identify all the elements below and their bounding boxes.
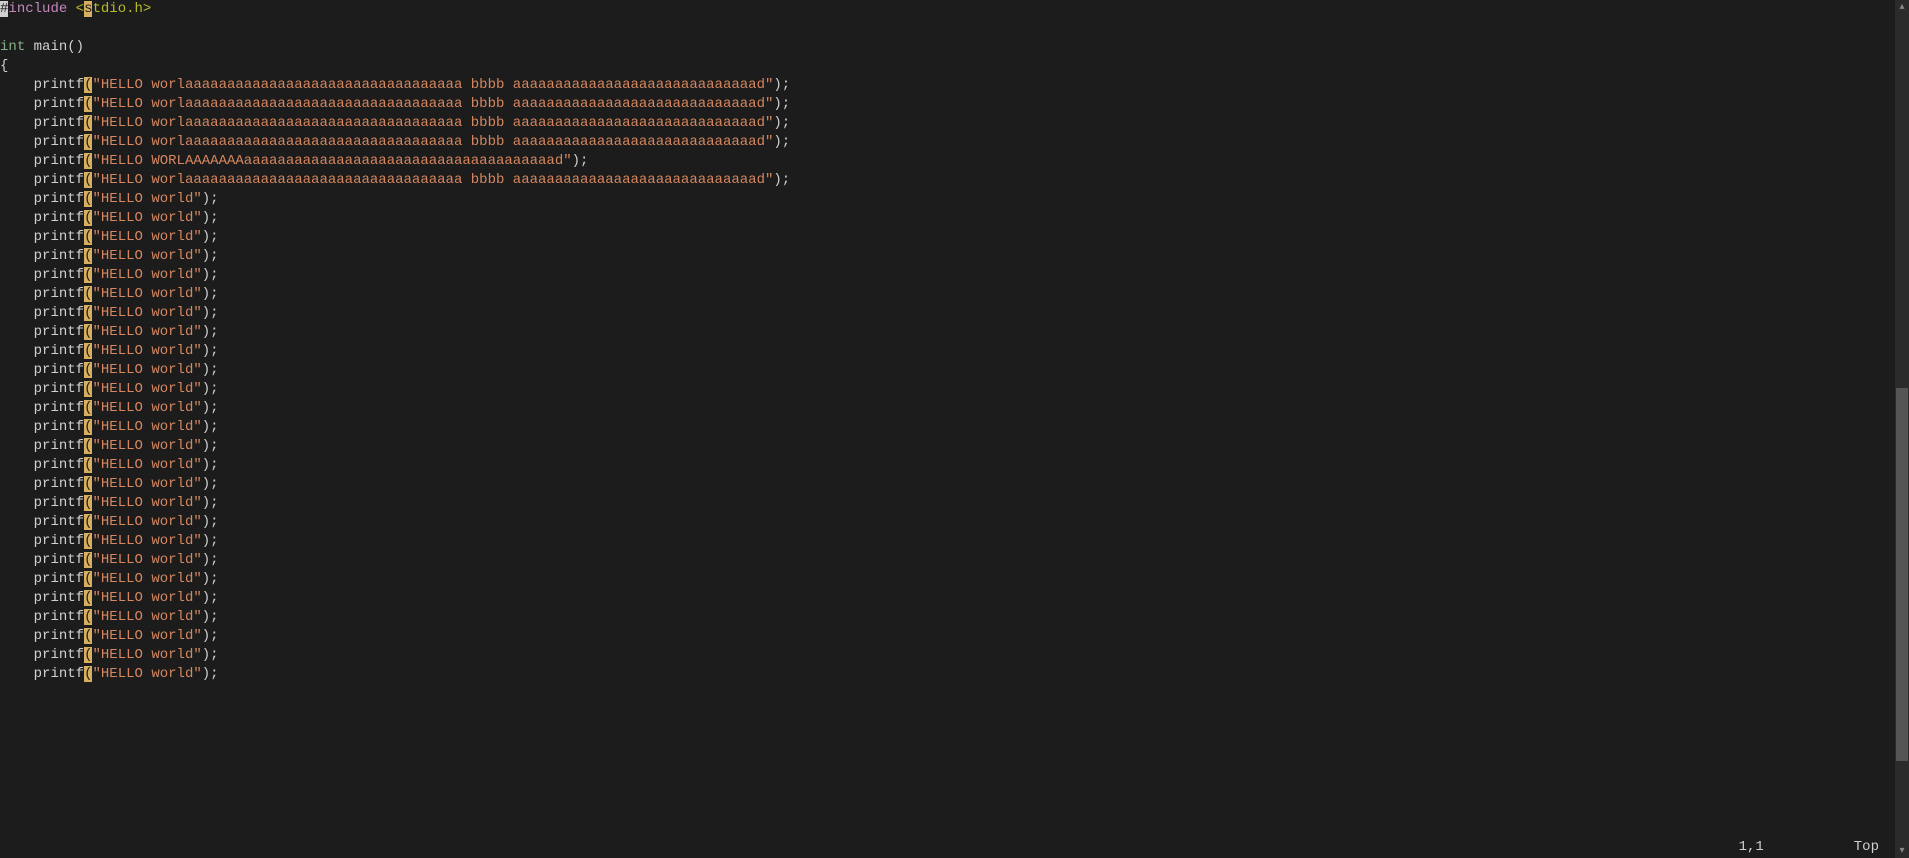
code-line: printf("HELLO world"); <box>0 494 1895 513</box>
code-line: printf("HELLO WORLAAAAAAAaaaaaaaaaaaaaaa… <box>0 152 1895 171</box>
code-line: printf("HELLO world"); <box>0 513 1895 532</box>
code-line: printf("HELLO world"); <box>0 209 1895 228</box>
code-line <box>0 19 1895 38</box>
code-line: printf("HELLO world"); <box>0 665 1895 684</box>
code-line: printf("HELLO world"); <box>0 323 1895 342</box>
editor-viewport[interactable]: #include <stdio.h> int main(){ printf("HE… <box>0 0 1909 858</box>
code-line: printf("HELLO world"); <box>0 228 1895 247</box>
code-line: printf("HELLO world"); <box>0 532 1895 551</box>
code-line: int main() <box>0 38 1895 57</box>
code-line: printf("HELLO worlaaaaaaaaaaaaaaaaaaaaaa… <box>0 95 1895 114</box>
code-line: printf("HELLO world"); <box>0 285 1895 304</box>
scroll-down-arrow-icon[interactable]: ▾ <box>1895 844 1909 858</box>
code-line: printf("HELLO world"); <box>0 646 1895 665</box>
code-line: printf("HELLO world"); <box>0 608 1895 627</box>
code-line: printf("HELLO world"); <box>0 247 1895 266</box>
code-line: printf("HELLO worlaaaaaaaaaaaaaaaaaaaaaa… <box>0 171 1895 190</box>
code-line: printf("HELLO world"); <box>0 380 1895 399</box>
scrollbar-thumb[interactable] <box>1896 388 1908 762</box>
code-line: printf("HELLO world"); <box>0 456 1895 475</box>
code-line: #include <stdio.h> <box>0 0 1895 19</box>
code-line: printf("HELLO world"); <box>0 399 1895 418</box>
code-line: printf("HELLO world"); <box>0 361 1895 380</box>
code-line: printf("HELLO world"); <box>0 570 1895 589</box>
code-line: printf("HELLO worlaaaaaaaaaaaaaaaaaaaaaa… <box>0 133 1895 152</box>
code-line: printf("HELLO worlaaaaaaaaaaaaaaaaaaaaaa… <box>0 76 1895 95</box>
scrollbar-track[interactable] <box>1895 14 1909 844</box>
code-line: printf("HELLO world"); <box>0 190 1895 209</box>
scroll-up-arrow-icon[interactable]: ▴ <box>1895 0 1909 14</box>
code-line: printf("HELLO world"); <box>0 304 1895 323</box>
code-line: printf("HELLO world"); <box>0 342 1895 361</box>
code-line: { <box>0 57 1895 76</box>
code-area[interactable]: #include <stdio.h> int main(){ printf("HE… <box>0 0 1895 837</box>
code-line: printf("HELLO world"); <box>0 589 1895 608</box>
code-line: printf("HELLO world"); <box>0 475 1895 494</box>
code-line: printf("HELLO world"); <box>0 437 1895 456</box>
cursor-position: 1,1 <box>1739 838 1764 857</box>
scroll-position: Top <box>1854 838 1879 857</box>
code-line: printf("HELLO world"); <box>0 627 1895 646</box>
code-line: printf("HELLO world"); <box>0 551 1895 570</box>
vertical-scrollbar[interactable]: ▴ ▾ <box>1895 0 1909 858</box>
code-line: printf("HELLO world"); <box>0 418 1895 437</box>
code-line: printf("HELLO world"); <box>0 266 1895 285</box>
code-line: printf("HELLO worlaaaaaaaaaaaaaaaaaaaaaa… <box>0 114 1895 133</box>
status-bar: 1,1 Top <box>0 837 1895 858</box>
